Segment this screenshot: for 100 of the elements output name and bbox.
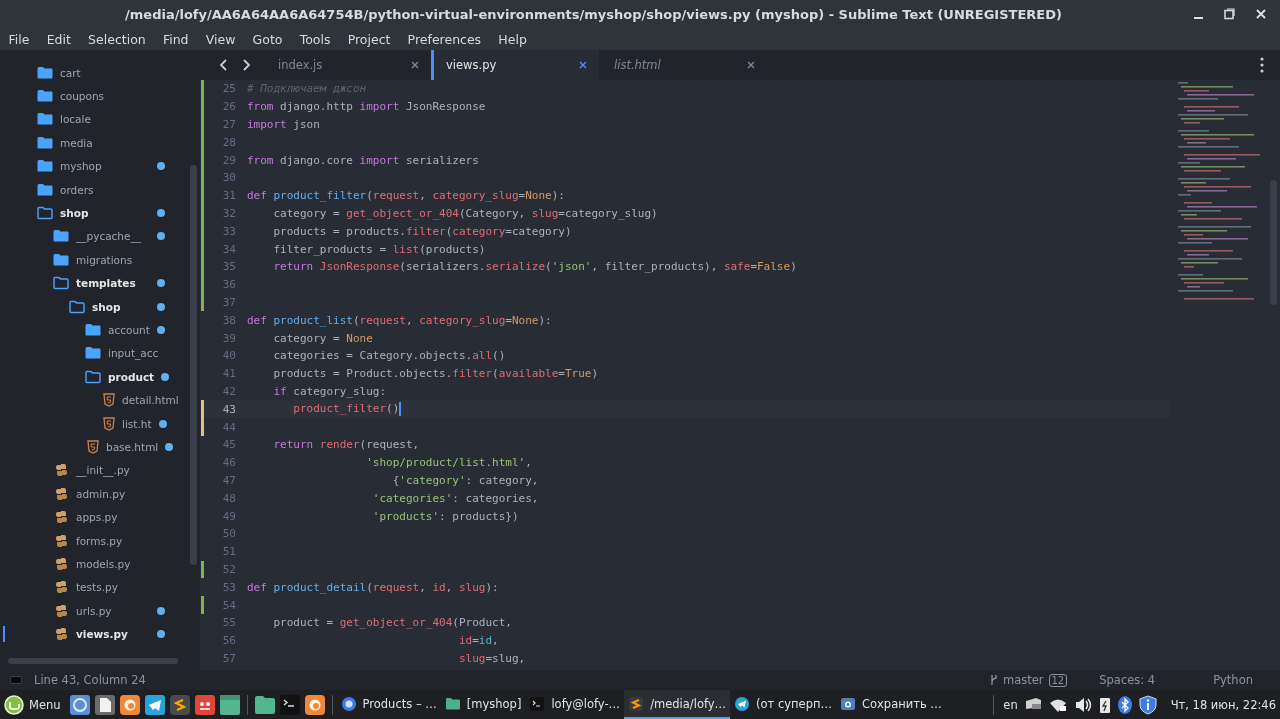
- branch-icon: [989, 674, 998, 686]
- paper-plane-icon: [734, 695, 751, 712]
- close-icon[interactable]: [747, 61, 755, 69]
- scrollbar[interactable]: [1270, 180, 1277, 305]
- python-file-icon: [55, 510, 69, 525]
- menu-item[interactable]: Find: [154, 31, 198, 47]
- window-button[interactable]: Products – …: [336, 690, 441, 719]
- menu-item[interactable]: Preferences: [399, 31, 490, 47]
- file-name[interactable]: forms.py: [76, 534, 123, 547]
- clock[interactable]: Чт, 18 июн, 22:46: [1170, 697, 1276, 712]
- line-number: 31: [221, 189, 237, 203]
- file-name[interactable]: views.py: [76, 628, 128, 641]
- code-line: import json: [247, 118, 320, 131]
- maximize-icon: [1223, 8, 1235, 20]
- file-name[interactable]: apps.py: [76, 511, 118, 524]
- folder-name[interactable]: shop: [60, 207, 89, 220]
- editor-tab[interactable]: list.html: [599, 50, 767, 80]
- folder-name[interactable]: __pycache__: [76, 230, 141, 243]
- menu-item[interactable]: Tools: [291, 31, 340, 47]
- file-name[interactable]: tests.py: [76, 581, 118, 594]
- folder-name[interactable]: myshop: [60, 160, 102, 173]
- code-line: category = None: [272, 331, 373, 345]
- close-icon[interactable]: [579, 61, 587, 69]
- file-name[interactable]: admin.py: [76, 487, 126, 500]
- file-name[interactable]: urls.py: [76, 604, 112, 617]
- line-number: 39: [221, 331, 237, 345]
- menu-item[interactable]: Help: [489, 31, 536, 47]
- chevron-left-icon[interactable]: [219, 58, 229, 72]
- close-icon[interactable]: [411, 61, 419, 69]
- keyboard-layout[interactable]: en: [1003, 697, 1018, 712]
- browser-icon[interactable]: [68, 693, 91, 716]
- line-number: 44: [221, 420, 237, 434]
- indentation-setting[interactable]: Spaces: 4: [1099, 673, 1156, 687]
- document-icon[interactable]: [93, 693, 116, 716]
- folder-name[interactable]: coupons: [60, 90, 105, 103]
- line-number: 27: [221, 118, 237, 131]
- bluetooth-icon[interactable]: [1116, 694, 1133, 715]
- code-line: category = get_object_or_404(Category, slug=category_slug): [272, 206, 658, 220]
- window-button[interactable]: [myshop]: [440, 690, 526, 719]
- line-number: 37: [221, 295, 237, 309]
- file-name[interactable]: __init__.py: [76, 464, 130, 477]
- firefox-icon[interactable]: [118, 693, 141, 716]
- editor-icon[interactable]: [168, 693, 191, 716]
- window-button[interactable]: /media/lofy…: [624, 690, 731, 719]
- folder-name[interactable]: product: [108, 370, 155, 383]
- chevron-right-icon[interactable]: [241, 58, 251, 72]
- line-number: 35: [221, 260, 237, 274]
- window-button[interactable]: lofy@lofy-…: [525, 690, 625, 719]
- folder-icon[interactable]: [253, 693, 276, 716]
- paper-plane-icon[interactable]: [143, 693, 166, 716]
- paint-icon[interactable]: [193, 693, 216, 716]
- line-number: 29: [221, 153, 237, 167]
- terminal-icon[interactable]: [278, 693, 301, 716]
- code-line: return render(request,: [272, 438, 420, 452]
- editor-tab[interactable]: views.py: [431, 50, 599, 80]
- menu-item[interactable]: View: [197, 31, 244, 47]
- menu-item[interactable]: File: [0, 31, 39, 47]
- line-number: 52: [221, 562, 237, 576]
- file-name[interactable]: models.py: [76, 557, 131, 570]
- file-name[interactable]: detail.html: [122, 394, 179, 407]
- file-name[interactable]: list.ht: [122, 417, 152, 430]
- more-icon[interactable]: [1260, 57, 1264, 73]
- window-button[interactable]: (от суперп…: [730, 690, 836, 719]
- editor-tab[interactable]: index.js: [263, 50, 431, 80]
- code-line: id=id,: [457, 634, 499, 648]
- folder-name[interactable]: input_acc: [108, 347, 159, 360]
- file-name[interactable]: base.html: [106, 440, 159, 453]
- menu-item[interactable]: Goto: [244, 31, 292, 47]
- monitor-icon: [10, 676, 22, 684]
- line-number: 57: [221, 651, 237, 665]
- minimize-icon: [1194, 17, 1203, 19]
- menu-item[interactable]: Project: [339, 31, 399, 47]
- menu-button[interactable]: Menu: [0, 690, 67, 719]
- folder-name[interactable]: shop: [92, 300, 121, 313]
- folder-name[interactable]: account: [108, 324, 150, 336]
- code-line: products = products.filter(category=category): [272, 224, 572, 238]
- folder-name[interactable]: locale: [60, 113, 91, 126]
- shield-icon[interactable]: [1137, 694, 1158, 715]
- code-line: def product_list(request, category_slug=None):: [247, 313, 552, 327]
- scrollbar[interactable]: [190, 165, 197, 565]
- line-number: 33: [221, 224, 237, 238]
- window-title: /media/lofy/AA6A64AA6A64754B/python-virtual-environments/myshop/shop/views.py (myshop) - Sublime Text (UNREGISTERED): [124, 6, 1063, 22]
- folder-name[interactable]: migrations: [76, 253, 133, 266]
- folder-name[interactable]: media: [60, 136, 93, 149]
- folder-name[interactable]: orders: [60, 183, 94, 196]
- folder-name[interactable]: templates: [76, 277, 136, 290]
- syntax-setting[interactable]: Python: [1213, 673, 1253, 687]
- menu-item[interactable]: Selection: [79, 31, 155, 47]
- menu-item[interactable]: Edit: [38, 31, 80, 47]
- firefox-icon[interactable]: [303, 693, 326, 716]
- window-icon[interactable]: [218, 693, 241, 716]
- html-file-icon: [103, 393, 115, 408]
- folder-name[interactable]: cart: [60, 66, 81, 79]
- git-branch[interactable]: master: [1002, 673, 1044, 687]
- line-number: 26: [221, 100, 237, 114]
- python-file-icon: [55, 603, 69, 618]
- camera-icon: [840, 695, 856, 712]
- code-line: {'category': category,: [391, 473, 539, 487]
- window-button[interactable]: Сохранить …: [836, 690, 946, 719]
- scrollbar[interactable]: [8, 658, 178, 664]
